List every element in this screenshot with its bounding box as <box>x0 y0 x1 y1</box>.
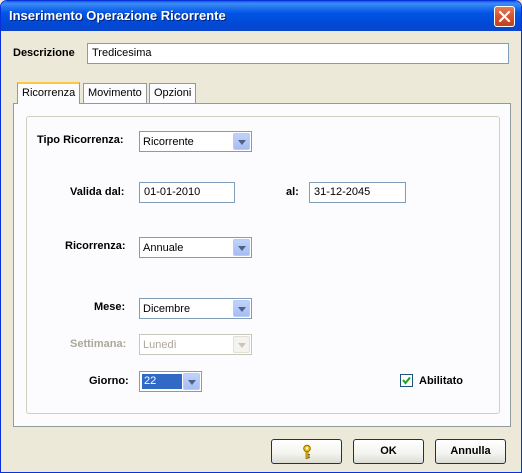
tab-opzioni[interactable]: Opzioni <box>149 83 197 103</box>
settimana-value: Lunedì <box>143 339 177 351</box>
mese-value: Dicembre <box>143 303 191 315</box>
dropdown-arrow-icon[interactable] <box>233 300 250 317</box>
tab-ricorrenza[interactable]: Ricorrenza <box>17 82 81 104</box>
dropdown-arrow-icon[interactable] <box>183 373 200 390</box>
al-label: al: <box>286 186 299 198</box>
tipo-ricorrenza-value: Ricorrente <box>143 136 194 148</box>
annulla-button[interactable]: Annulla <box>435 439 506 464</box>
close-icon <box>498 10 511 23</box>
dialog-window: Inserimento Operazione Ricorrente Descri… <box>0 0 522 473</box>
dropdown-arrow-icon <box>233 336 250 353</box>
title-bar[interactable]: Inserimento Operazione Ricorrente <box>1 1 521 31</box>
tipo-ricorrenza-label: Tipo Ricorrenza: <box>37 134 124 146</box>
giorno-value: 22 <box>142 374 182 389</box>
mese-label: Mese: <box>94 301 126 313</box>
close-button[interactable] <box>494 6 515 27</box>
help-button[interactable] <box>271 439 342 464</box>
ricorrenza-value: Annuale <box>143 242 184 254</box>
recurrence-groupbox <box>26 116 500 414</box>
giorno-label: Giorno: <box>89 375 129 387</box>
settimana-select[interactable]: Lunedì <box>139 334 252 355</box>
valida-dal-label: Valida dal: <box>70 186 125 198</box>
abilitato-label[interactable]: Abilitato <box>419 375 463 387</box>
key-icon <box>303 444 311 459</box>
valida-dal-input[interactable]: 01-01-2010 <box>139 182 235 203</box>
mese-select[interactable]: Dicembre <box>139 298 252 319</box>
window-title: Inserimento Operazione Ricorrente <box>9 8 226 23</box>
dropdown-arrow-icon[interactable] <box>233 239 250 256</box>
ricorrenza-select[interactable]: Annuale <box>139 237 252 258</box>
ok-button[interactable]: OK <box>353 439 424 464</box>
tipo-ricorrenza-select[interactable]: Ricorrente <box>139 131 252 152</box>
ricorrenza-label: Ricorrenza: <box>65 240 126 252</box>
abilitato-checkbox[interactable] <box>400 374 413 387</box>
settimana-label: Settimana: <box>70 338 127 350</box>
description-label: Descrizione <box>13 47 75 59</box>
dropdown-arrow-icon[interactable] <box>233 133 250 150</box>
tab-movimento[interactable]: Movimento <box>83 83 147 103</box>
checkmark-icon <box>402 376 411 385</box>
al-input[interactable]: 31-12-2045 <box>309 182 406 203</box>
giorno-select[interactable]: 22 <box>139 371 202 392</box>
description-input[interactable]: Tredicesima <box>87 43 509 64</box>
